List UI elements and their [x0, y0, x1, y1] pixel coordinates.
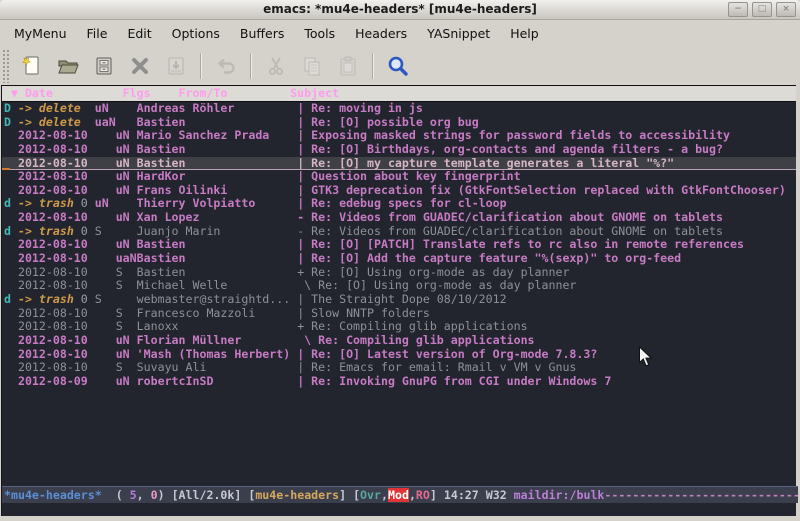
search-icon — [386, 54, 410, 78]
modeline-segment: [ — [353, 488, 360, 502]
paste-icon — [336, 54, 360, 78]
message-row[interactable]: 2012-08-10 S Bastien + Re: [O] Using org… — [2, 266, 796, 280]
cut-icon — [264, 54, 288, 78]
minimize-button[interactable]: − — [728, 2, 748, 17]
modeline-segment: , — [409, 488, 416, 502]
copy-icon — [300, 54, 324, 78]
message-row[interactable]: 2012-08-10 uaNBastien | Re: [O] Add the … — [2, 252, 796, 266]
search-button[interactable] — [383, 51, 413, 81]
modeline-segment: ] — [339, 488, 353, 502]
toolbar-drag-handle[interactable] — [2, 49, 10, 83]
menu-bar: MyMenuFileEditOptionsBuffersToolsHeaders… — [0, 20, 800, 46]
open-file-icon — [56, 54, 80, 78]
window-titlebar[interactable]: emacs: *mu4e-headers* [mu4e-headers] −□ × — [0, 0, 800, 20]
modeline-segment-ro: RO — [416, 488, 430, 502]
message-row[interactable]: d -> trash 0 uN Thierry Volpiatto | Re: … — [2, 197, 796, 211]
toolbar — [0, 46, 800, 86]
dired-icon — [92, 54, 116, 78]
message-row[interactable]: 2012-08-10 S Michael Welle \ Re: [O] Usi… — [2, 279, 796, 293]
message-row[interactable]: 2012-08-10 S Francesco Mazzoli | Slow NN… — [2, 307, 796, 321]
copy-button — [297, 51, 327, 81]
modeline-segment: , — [137, 488, 151, 502]
menu-options[interactable]: Options — [162, 21, 230, 47]
menu-edit[interactable]: Edit — [117, 21, 161, 47]
mode-line[interactable]: *mu4e-headers* ( 5, 0) [All/2.0k] [ mu4e-… — [2, 486, 798, 503]
message-row[interactable]: 2012-08-10 uN 'Mash (Thomas Herbert) | R… — [2, 348, 796, 362]
close-button[interactable]: × — [776, 2, 796, 17]
window-title: emacs: *mu4e-headers* [mu4e-headers] — [0, 2, 800, 16]
message-row[interactable]: 2012-08-10 uN Mario Sanchez Prada | Expo… — [2, 129, 796, 143]
menu-headers[interactable]: Headers — [345, 21, 417, 47]
toolbar-separator — [250, 53, 252, 79]
modeline-segment-ln: 5 — [130, 488, 137, 502]
toolbar-buttons — [14, 51, 416, 81]
modeline-segment-col: 0 — [151, 488, 158, 502]
menu-buffers[interactable]: Buffers — [230, 21, 294, 47]
modeline-segment-dash: ---------------------------- — [604, 488, 799, 502]
menu-tools[interactable]: Tools — [294, 21, 345, 47]
dired-button[interactable] — [89, 51, 119, 81]
save-buffer-icon — [164, 54, 188, 78]
message-row[interactable]: D -> delete uN Andreas Röhler | Re: movi… — [2, 102, 796, 116]
message-row[interactable]: 2012-08-10 uN Bastien | Re: [O] [PATCH] … — [2, 238, 796, 252]
menu-help[interactable]: Help — [500, 21, 549, 47]
modeline-segment-ovr: Ovr — [360, 488, 381, 502]
headers-column-header: ▼ Date Flgs From/To Subject — [2, 85, 796, 102]
modeline-segment-dir: maildir:/bulk — [514, 488, 605, 502]
headers-list: D -> delete uN Andreas Röhler | Re: movi… — [2, 102, 796, 486]
new-file-button[interactable] — [17, 51, 47, 81]
modeline-segment: ] — [430, 488, 444, 502]
message-row[interactable]: 2012-08-09 uN robertcInSD | Re: Invoking… — [2, 375, 796, 389]
toolbar-separator — [200, 53, 202, 79]
modeline-segment: 14:27 W32 — [444, 488, 514, 502]
undo-icon — [214, 54, 238, 78]
maximize-button[interactable]: □ — [752, 2, 772, 17]
message-row[interactable]: 2012-08-10 uN Bastien | Re: [O] my captu… — [2, 157, 796, 171]
open-file-button[interactable] — [53, 51, 83, 81]
undo-button — [211, 51, 241, 81]
modeline-segment-mode: mu4e-headers — [255, 488, 339, 502]
message-row[interactable]: 2012-08-10 uN Bastien | Re: [O] Birthday… — [2, 143, 796, 157]
message-row[interactable]: d -> trash 0 S Juanjo Marin - Re: Videos… — [2, 225, 796, 239]
toolbar-separator — [372, 53, 374, 79]
message-row[interactable]: 2012-08-10 uN Frans Oilinki | GTK3 depre… — [2, 184, 796, 198]
modeline-segment: [All/2.0k] — [172, 488, 249, 502]
message-row[interactable]: 2012-08-10 S Lanoxx + Re: Compiling glib… — [2, 320, 796, 334]
message-row[interactable]: 2012-08-10 uN HardKor | Question about k… — [2, 170, 796, 184]
message-row[interactable]: D -> delete uaN Bastien | Re: [O] possib… — [2, 116, 796, 130]
menu-file[interactable]: File — [77, 21, 118, 47]
modeline-segment: ) — [158, 488, 172, 502]
window-controls: −□ × — [728, 2, 796, 17]
echo-area — [2, 503, 796, 516]
message-row[interactable]: 2012-08-10 uN Xan Lopez - Re: Videos fro… — [2, 211, 796, 225]
message-row[interactable]: 2012-08-10 uN Florian Müllner \ Re: Comp… — [2, 334, 796, 348]
menu-yasnippet[interactable]: YASnippet — [417, 21, 500, 47]
modeline-segment-buf: *mu4e-headers* — [4, 488, 102, 502]
headers-column-header-text: ▼ Date Flgs From/To Subject — [4, 86, 339, 100]
emacs-window: emacs: *mu4e-headers* [mu4e-headers] −□ ×… — [0, 0, 800, 521]
new-file-icon — [20, 54, 44, 78]
message-row[interactable]: 2012-08-10 S Suvayu Ali | Re: Emacs for … — [2, 361, 796, 375]
menu-mymenu[interactable]: MyMenu — [4, 21, 77, 47]
message-row[interactable]: d -> trash 0 S webmaster@straightd... | … — [2, 293, 796, 307]
modeline-segment: ( — [102, 488, 130, 502]
modeline-segment: , — [381, 488, 388, 502]
cut-button — [261, 51, 291, 81]
kill-buffer-button[interactable] — [125, 51, 155, 81]
frame-content: ▼ Date Flgs From/To Subject D -> delete … — [1, 85, 796, 516]
paste-button — [333, 51, 363, 81]
kill-buffer-icon — [128, 54, 152, 78]
modeline-segment-mod: Mod — [388, 488, 409, 502]
save-buffer-button — [161, 51, 191, 81]
